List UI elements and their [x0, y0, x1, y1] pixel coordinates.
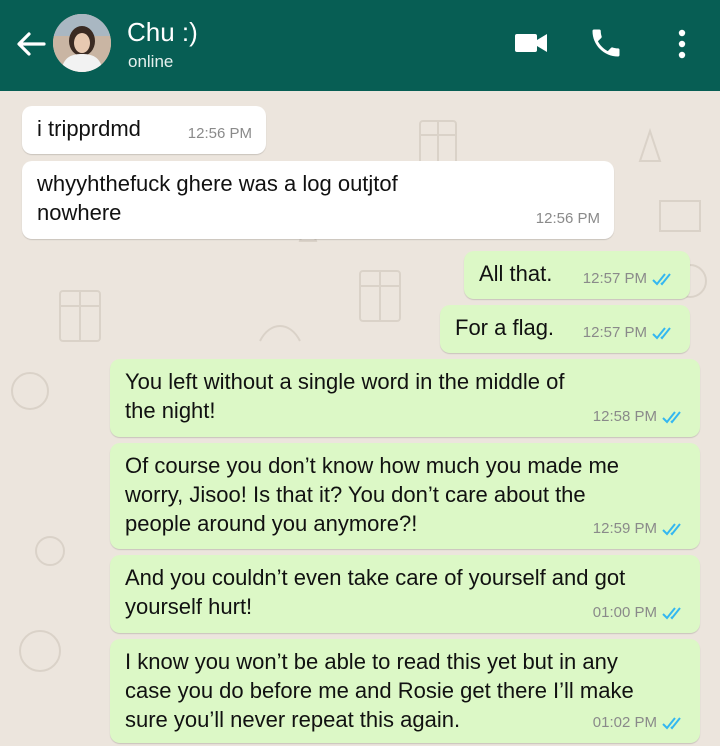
message-text: whyyhthefuck ghere was a log outjtof now…	[37, 171, 398, 225]
message-bubble[interactable]: All that. 12:57 PM	[464, 251, 690, 299]
message-time: 12:59 PM	[592, 520, 657, 537]
message-list[interactable]: i tripprdmd 12:56 PM whyyhthefuck ghere …	[0, 91, 720, 746]
message-time: 12:57 PM	[582, 324, 647, 341]
read-receipt-icon	[662, 606, 681, 619]
message-time: 12:56 PM	[535, 210, 600, 227]
message-bubble[interactable]: I know you won’t be able to read this ye…	[110, 639, 700, 743]
voice-call-button[interactable]	[588, 25, 624, 61]
read-receipt-icon	[652, 272, 671, 285]
message-time: 01:02 PM	[592, 714, 657, 731]
chat-header: Chu :) online	[0, 0, 720, 91]
message-bubble[interactable]: And you couldn’t even take care of yours…	[110, 555, 700, 633]
message-time: 12:57 PM	[582, 270, 647, 287]
message-time: 12:56 PM	[187, 125, 252, 142]
video-call-icon	[515, 34, 547, 52]
message-bubble[interactable]: Of course you don’t know how much you ma…	[110, 443, 700, 549]
video-call-button[interactable]	[513, 28, 549, 58]
back-button[interactable]	[10, 26, 50, 62]
message-bubble[interactable]: whyyhthefuck ghere was a log outjtof now…	[22, 161, 614, 239]
message-time: 12:58 PM	[592, 408, 657, 425]
contact-status: online	[128, 52, 174, 71]
phone-icon	[592, 29, 620, 57]
message-bubble[interactable]: i tripprdmd 12:56 PM	[22, 106, 266, 154]
avatar[interactable]	[53, 14, 111, 72]
more-vert-icon	[678, 29, 686, 59]
read-receipt-icon	[662, 716, 681, 729]
read-receipt-icon	[662, 522, 681, 535]
read-receipt-icon	[662, 410, 681, 423]
contact-name[interactable]: Chu :)	[127, 17, 198, 48]
message-time: 01:00 PM	[592, 604, 657, 621]
back-arrow-icon	[17, 32, 46, 56]
read-receipt-icon	[652, 326, 671, 339]
message-bubble[interactable]: For a flag. 12:57 PM	[440, 305, 690, 353]
message-bubble[interactable]: You left without a single word in the mi…	[110, 359, 700, 437]
more-options-button[interactable]	[668, 24, 696, 64]
